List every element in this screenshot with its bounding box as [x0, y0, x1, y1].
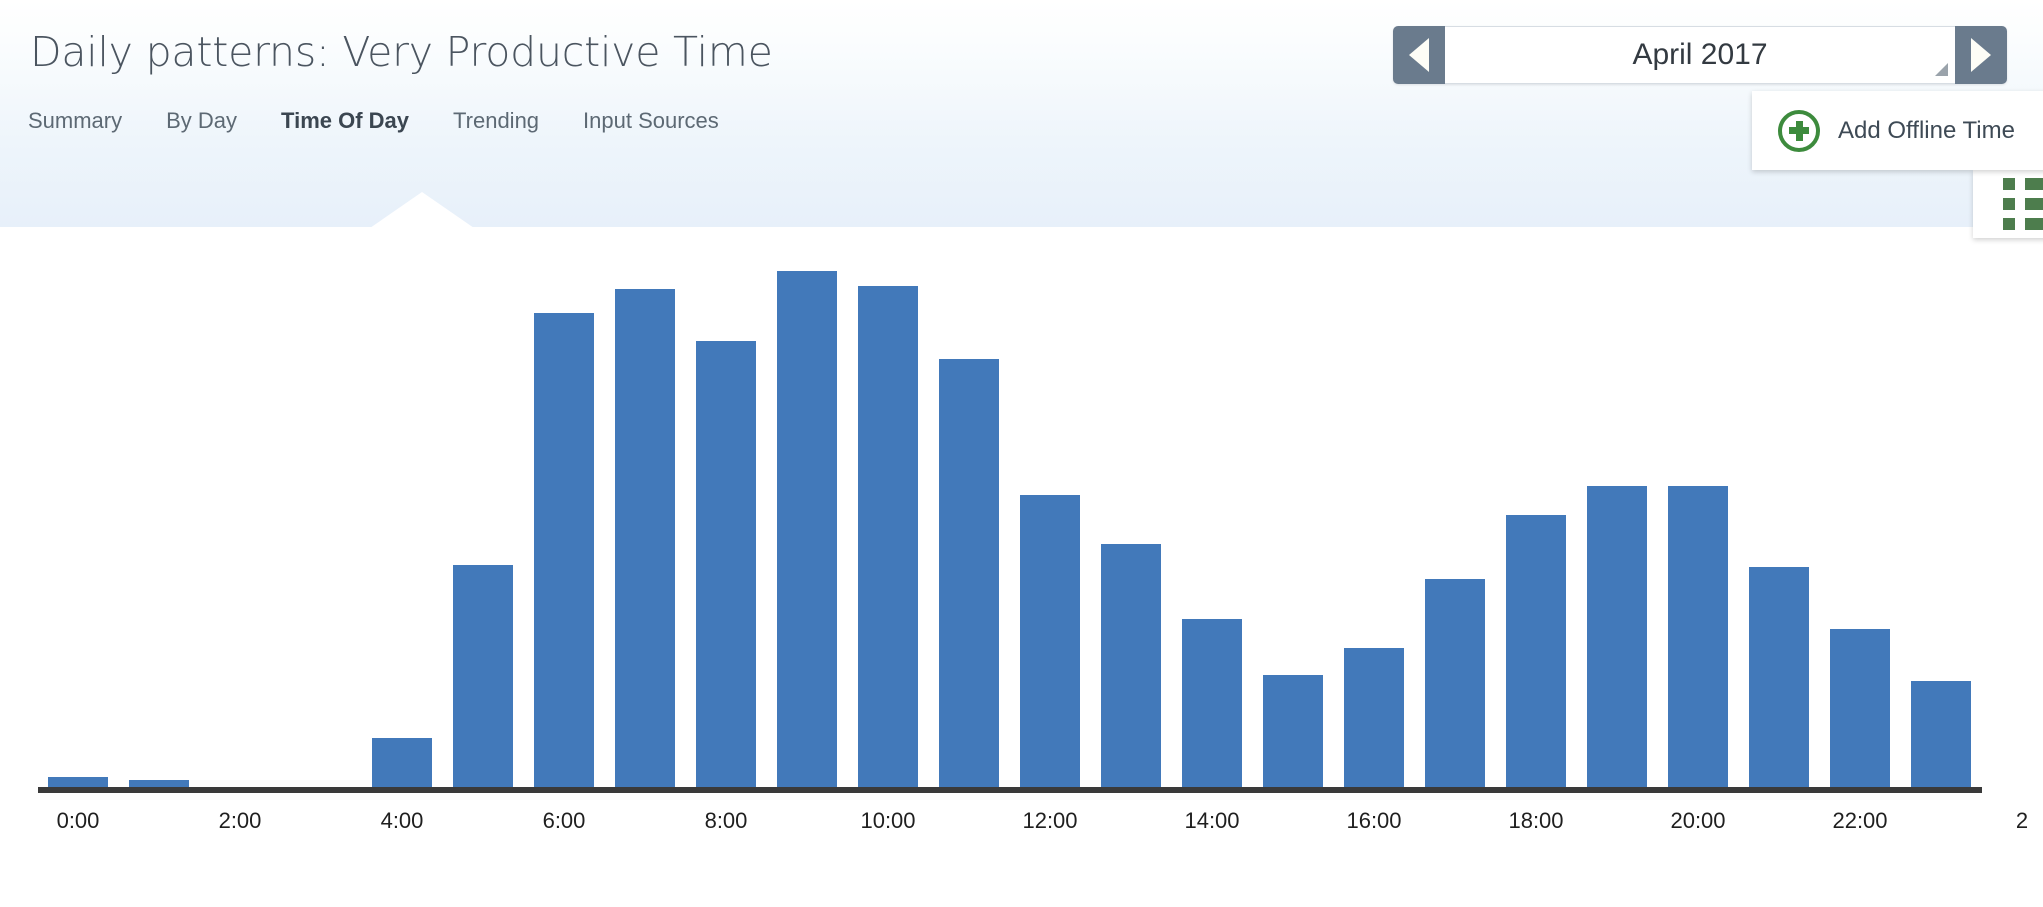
x-axis-tick-labels: 0:00 2:00 4:00 6:00 8:00 10:00 12:00 14:00 16:00… — [0, 808, 2043, 868]
chart-bar[interactable] — [1020, 495, 1080, 787]
triangle-left-icon — [1409, 38, 1429, 72]
chart-bar[interactable] — [1425, 578, 1485, 787]
chart-bar[interactable] — [1830, 629, 1890, 787]
x-tick-label: 20:00 — [1670, 808, 1726, 833]
tab-time-of-day[interactable]: Time Of Day — [281, 108, 431, 134]
previous-period-button[interactable] — [1393, 26, 1445, 84]
add-offline-time-label: Add Offline Time — [1838, 116, 2015, 144]
chart-bar[interactable] — [1668, 486, 1728, 787]
x-tick-label: 10:00 — [860, 808, 916, 833]
chart-bar[interactable] — [1911, 680, 1971, 787]
date-value-label: April 2017 — [1632, 38, 1768, 71]
list-view-icon — [2003, 178, 2043, 230]
x-tick-label: 18:00 — [1508, 808, 1564, 833]
x-tick-label: 6:00 — [542, 808, 586, 833]
x-tick-label: 22:00 — [1832, 808, 1888, 833]
x-tick-label: 2 — [2015, 808, 2029, 833]
x-tick-label: 8:00 — [704, 808, 748, 833]
active-tab-pointer — [370, 192, 474, 228]
x-tick-label: 2:00 — [218, 808, 262, 833]
tab-trending[interactable]: Trending — [453, 108, 561, 134]
x-tick-label: 4:00 — [380, 808, 424, 833]
x-tick-label: 16:00 — [1346, 808, 1402, 833]
add-offline-time-button[interactable]: Add Offline Time — [1752, 91, 2043, 170]
plus-circle-icon — [1778, 109, 1820, 152]
resize-corner-icon — [1935, 63, 1948, 76]
chart-bar[interactable] — [534, 313, 594, 787]
page-header: Daily patterns: Very Productive Time Sum… — [0, 0, 2043, 228]
chart-bar[interactable] — [615, 288, 675, 787]
chart-bar[interactable] — [1587, 486, 1647, 787]
chart-bar[interactable] — [129, 780, 189, 787]
tab-input-sources[interactable]: Input Sources — [583, 108, 719, 134]
chart-bar[interactable] — [453, 564, 513, 787]
chart-bar[interactable] — [1749, 566, 1809, 787]
chart-bar[interactable] — [1101, 543, 1161, 787]
list-view-button[interactable] — [1973, 170, 2043, 238]
tab-label: Input Sources — [583, 108, 719, 133]
chart-bar[interactable] — [372, 738, 432, 787]
tab-label: Time Of Day — [281, 108, 410, 133]
x-tick-label: 0:00 — [56, 808, 100, 833]
date-range-picker[interactable]: April 2017 — [1393, 26, 2007, 84]
tab-summary[interactable]: Summary — [28, 108, 144, 134]
chart-bars — [38, 228, 2043, 790]
triangle-right-icon — [1971, 38, 1991, 72]
date-value-field[interactable]: April 2017 — [1445, 26, 1955, 84]
tab-label: Summary — [28, 108, 123, 133]
tab-label: By Day — [166, 108, 238, 133]
x-tick-label: 12:00 — [1022, 808, 1078, 833]
chart-bar[interactable] — [696, 341, 756, 787]
app-root: Daily patterns: Very Productive Time Sum… — [0, 0, 2043, 907]
time-of-day-bar-chart: 0:00 2:00 4:00 6:00 8:00 10:00 12:00 14:00 16:00… — [0, 228, 2043, 907]
chart-bar[interactable] — [939, 359, 999, 787]
chart-bar[interactable] — [1182, 619, 1242, 787]
chart-bar[interactable] — [1344, 648, 1404, 787]
chart-bar[interactable] — [777, 270, 837, 787]
tab-label: Trending — [453, 108, 540, 133]
chart-bar[interactable] — [858, 285, 918, 787]
tab-by-day[interactable]: By Day — [166, 108, 259, 134]
chart-bar[interactable] — [1506, 514, 1566, 787]
x-tick-label: 14:00 — [1184, 808, 1240, 833]
page-title: Daily patterns: Very Productive Time — [30, 28, 773, 76]
chart-bar[interactable] — [1263, 674, 1323, 787]
next-period-button[interactable] — [1955, 26, 2007, 84]
x-axis-line — [38, 787, 1982, 793]
chart-bar[interactable] — [48, 777, 108, 787]
tab-bar: Summary By Day Time Of Day Trending Input So… — [28, 108, 719, 134]
